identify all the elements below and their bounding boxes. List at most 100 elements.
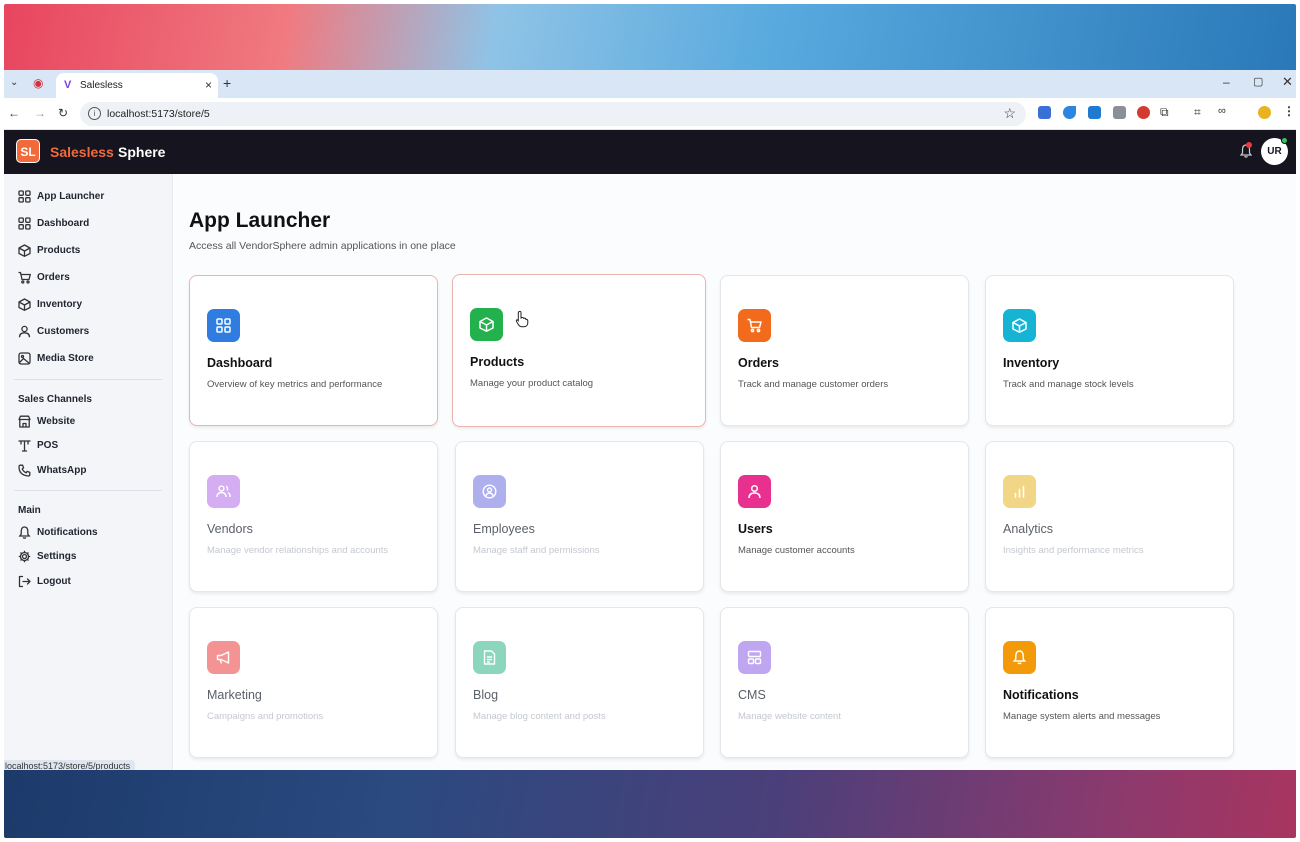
sidebar-item-logout[interactable]: Logout bbox=[18, 573, 163, 591]
sidebar-item-label: Settings bbox=[37, 551, 77, 562]
sidebar-item-label: Website bbox=[37, 416, 76, 427]
app-card-users[interactable]: Users Manage customer accounts bbox=[720, 441, 969, 592]
sidebar-divider bbox=[14, 379, 162, 380]
back-icon[interactable]: ← bbox=[8, 106, 20, 120]
app-card-description: Manage staff and permissions bbox=[473, 545, 600, 556]
app-card-cms[interactable]: CMS Manage website content bbox=[720, 607, 969, 758]
extensions-puzzle-icon[interactable]: ⧉ bbox=[1160, 105, 1169, 120]
minimize-icon[interactable]: – bbox=[1223, 75, 1230, 89]
app-card-description: Track and manage stock levels bbox=[1003, 379, 1134, 390]
sidebar-item-inventory[interactable]: Inventory bbox=[18, 296, 163, 314]
restore-icon[interactable]: ▢ bbox=[1253, 75, 1263, 88]
app-card-blog[interactable]: Blog Manage blog content and posts bbox=[455, 607, 704, 758]
app-card-title: Notifications bbox=[1003, 688, 1079, 702]
app-card-title: Blog bbox=[473, 688, 499, 702]
forward-icon[interactable]: → bbox=[34, 106, 46, 120]
browser-toolbar: ← → ↻ i localhost:5173/store/5 ☆ ⧉ ⌗ ∞ ⋮ bbox=[4, 98, 1296, 130]
store-icon bbox=[18, 415, 31, 428]
sidebar-item-orders[interactable]: Orders bbox=[18, 269, 163, 287]
close-window-icon[interactable]: ✕ bbox=[1282, 74, 1293, 90]
app-card-icon-box bbox=[1003, 309, 1036, 342]
sidebar-item-customers[interactable]: Customers bbox=[18, 323, 163, 341]
box-icon bbox=[18, 298, 31, 311]
bell-icon bbox=[1012, 650, 1027, 665]
sidebar-item-label: POS bbox=[37, 440, 59, 451]
box-icon bbox=[18, 244, 31, 257]
section-title-sales-channels: Sales Channels bbox=[18, 394, 92, 405]
app-card-notifications[interactable]: Notifications Manage system alerts and m… bbox=[985, 607, 1234, 758]
app-card-inventory[interactable]: Inventory Track and manage stock levels bbox=[985, 275, 1234, 426]
browser-window: ⌄ ◉ V Salesless × + – ▢ ✕ ← → ↻ i localh… bbox=[4, 70, 1296, 774]
profile-avatar-icon[interactable] bbox=[1258, 106, 1271, 119]
app-card-dashboard[interactable]: Dashboard Overview of key metrics and pe… bbox=[189, 275, 438, 426]
main-content: App Launcher Access all VendorSphere adm… bbox=[174, 174, 1296, 770]
notification-dot bbox=[1246, 142, 1252, 148]
app-card-title: Vendors bbox=[207, 522, 253, 536]
browser-tab-bar: ⌄ ◉ V Salesless × + – ▢ ✕ bbox=[4, 70, 1296, 98]
extension-record-icon[interactable] bbox=[1137, 106, 1150, 119]
users-icon bbox=[216, 485, 231, 498]
grid-icon bbox=[18, 190, 31, 203]
extension-code-icon[interactable] bbox=[1113, 106, 1126, 119]
sidebar-item-whatsapp[interactable]: WhatsApp bbox=[18, 462, 163, 480]
sidebar-item-label: WhatsApp bbox=[37, 465, 87, 476]
app-card-description: Manage website content bbox=[738, 711, 841, 722]
new-tab-icon[interactable]: + bbox=[223, 75, 231, 91]
sidebar-item-products[interactable]: Products bbox=[18, 242, 163, 260]
reload-icon[interactable]: ↻ bbox=[58, 106, 68, 120]
app-card-vendors[interactable]: Vendors Manage vendor relationships and … bbox=[189, 441, 438, 592]
browser-tab[interactable]: V Salesless × bbox=[56, 73, 218, 98]
extension-doc-icon[interactable] bbox=[1038, 106, 1051, 119]
app-card-icon-box bbox=[738, 475, 771, 508]
user-icon bbox=[748, 484, 761, 499]
app-card-icon-box bbox=[1003, 641, 1036, 674]
app-card-description: Manage blog content and posts bbox=[473, 711, 606, 722]
app-card-orders[interactable]: Orders Track and manage customer orders bbox=[720, 275, 969, 426]
address-url: localhost:5173/store/5 bbox=[107, 108, 210, 120]
tab-search-chevron-icon[interactable]: ⌄ bbox=[10, 77, 18, 88]
app-card-description: Manage vendor relationships and accounts bbox=[207, 545, 389, 556]
megaphone-icon bbox=[216, 651, 230, 664]
screen-frame: ⌄ ◉ V Salesless × + – ▢ ✕ ← → ↻ i localh… bbox=[4, 4, 1296, 838]
document-icon bbox=[483, 650, 496, 665]
sidebar-item-app-launcher[interactable]: App Launcher bbox=[18, 188, 163, 206]
extension-tag-icon[interactable] bbox=[1063, 106, 1076, 119]
app-card-products[interactable]: Products Manage your product catalog bbox=[452, 274, 706, 427]
app-card-title: Orders bbox=[738, 356, 779, 370]
address-bar[interactable]: i localhost:5173/store/5 ☆ bbox=[80, 102, 1026, 126]
app-card-marketing[interactable]: Marketing Campaigns and promotions bbox=[189, 607, 438, 758]
app-card-title: Employees bbox=[473, 522, 535, 536]
close-tab-icon[interactable]: × bbox=[205, 78, 212, 92]
app-card-icon-box bbox=[1003, 475, 1036, 508]
app-card-description: Track and manage customer orders bbox=[738, 379, 889, 390]
page-title: App Launcher bbox=[189, 209, 331, 232]
sidebar-item-website[interactable]: Website bbox=[18, 413, 163, 431]
bookmark-star-icon[interactable]: ☆ bbox=[1003, 105, 1016, 122]
hand-pointer-cursor-icon bbox=[515, 310, 529, 328]
sidebar-item-media-store[interactable]: Media Store bbox=[18, 350, 163, 368]
app-card-analytics[interactable]: Analytics Insights and performance metri… bbox=[985, 441, 1234, 592]
app-card-icon-box bbox=[207, 475, 240, 508]
grid-icon bbox=[18, 217, 31, 230]
extension-mail-icon[interactable] bbox=[1088, 106, 1101, 119]
site-info-icon[interactable]: i bbox=[88, 107, 101, 120]
sidebar-item-settings[interactable]: Settings bbox=[18, 548, 163, 566]
devtools-icon[interactable]: ⌗ bbox=[1194, 105, 1201, 120]
desktop-wallpaper-top bbox=[4, 4, 1296, 70]
app-card-description: Manage customer accounts bbox=[738, 545, 855, 556]
browser-menu-icon[interactable]: ⋮ bbox=[1283, 104, 1295, 118]
app-card-icon-box bbox=[473, 641, 506, 674]
brand-logo[interactable]: SL bbox=[16, 139, 40, 163]
reading-mode-icon[interactable]: ∞ bbox=[1218, 105, 1226, 117]
user-icon bbox=[18, 325, 31, 338]
sidebar-item-dashboard[interactable]: Dashboard bbox=[18, 215, 163, 233]
sidebar-item-label: Inventory bbox=[37, 299, 83, 310]
app-card-employees[interactable]: Employees Manage staff and permissions bbox=[455, 441, 704, 592]
app-card-description: Insights and performance metrics bbox=[1003, 545, 1144, 556]
app-card-icon-box bbox=[207, 309, 240, 342]
record-icon[interactable]: ◉ bbox=[33, 76, 43, 90]
sidebar-item-pos[interactable]: POS bbox=[18, 437, 163, 455]
brand-name-secondary: Sphere bbox=[118, 144, 166, 160]
image-icon bbox=[18, 352, 31, 365]
sidebar-item-notifications[interactable]: Notifications bbox=[18, 524, 163, 542]
